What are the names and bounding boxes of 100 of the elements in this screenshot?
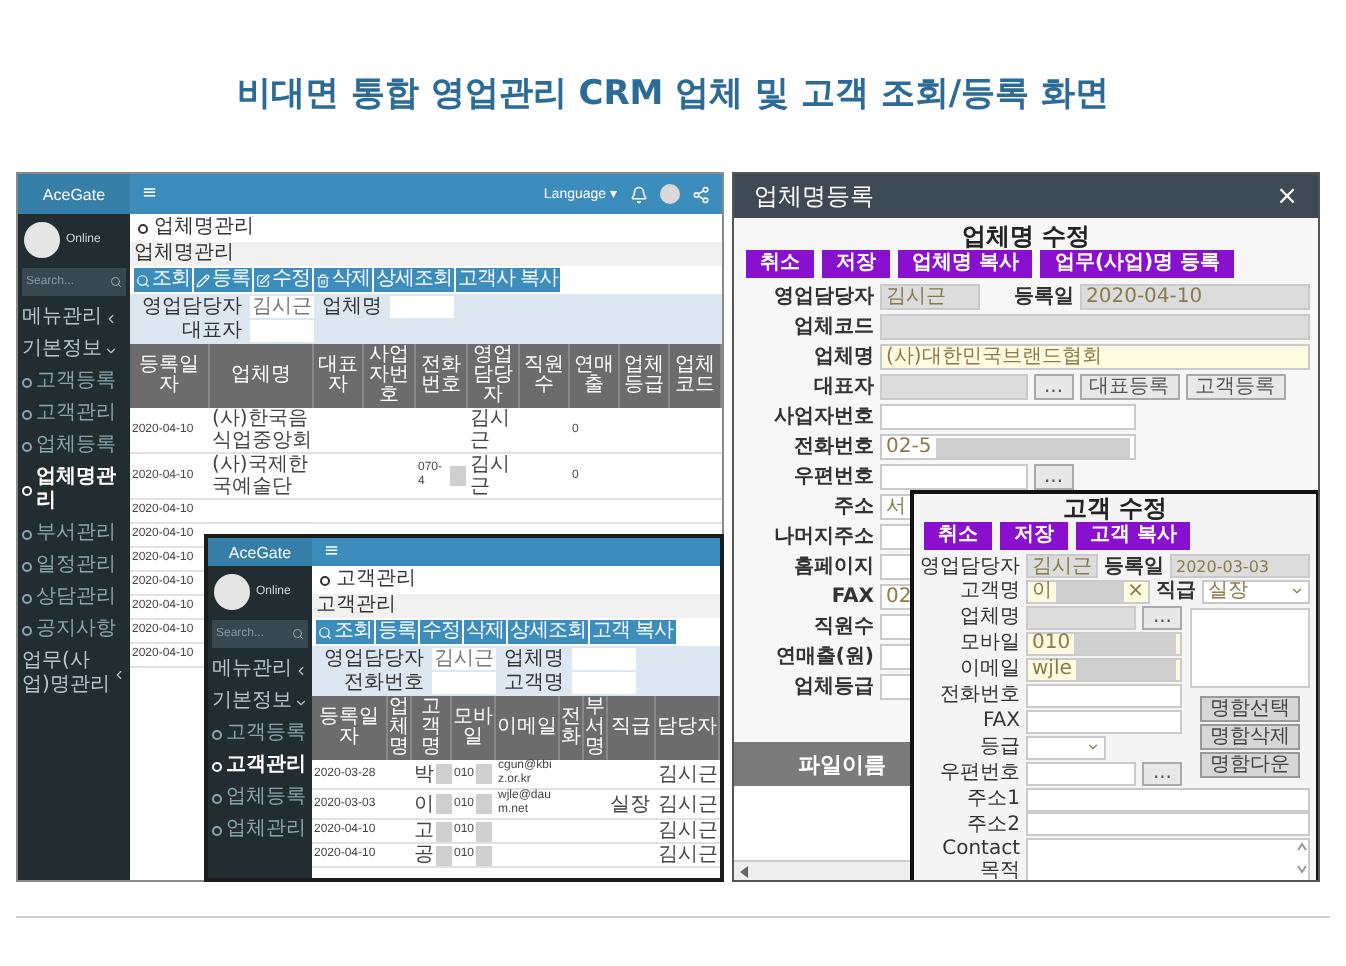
toolbar-button[interactable]: 삭제 (314, 268, 372, 292)
bell-icon[interactable] (630, 185, 648, 203)
input-field[interactable]: (사)대한민국브랜드협회 (880, 344, 1310, 370)
toolbar-button[interactable]: 등록 (376, 620, 418, 644)
menu-toggle[interactable]: ≡ (142, 184, 158, 204)
filter-field[interactable] (432, 672, 496, 694)
input-field[interactable] (1026, 683, 1182, 708)
input-field[interactable] (880, 374, 1028, 400)
input-field[interactable]: wjle (1026, 657, 1182, 682)
menu-item[interactable]: 업체명관리 (18, 462, 130, 518)
table-cell: 실장 (608, 790, 656, 820)
field-label: 업체명 (958, 606, 1020, 629)
menu-item[interactable]: 업체등록 (18, 430, 130, 462)
field-label: 등록일 (1104, 555, 1164, 578)
input-field[interactable] (1026, 812, 1310, 837)
action-button[interactable]: 저장 (1000, 522, 1068, 550)
input-field[interactable] (1026, 761, 1137, 786)
menu-toggle[interactable]: ≡ (324, 542, 340, 562)
filter-field[interactable] (390, 296, 454, 318)
dialog-title: 업체명등록 (754, 179, 874, 213)
menu-item[interactable]: 업체등록 (208, 782, 312, 814)
menu-item[interactable]: 고객등록 (18, 366, 130, 398)
lookup-button[interactable]: ... (1034, 374, 1074, 400)
action-button[interactable]: 업무(사업)명 등록 (1040, 250, 1235, 278)
input-field[interactable]: 김시근 (880, 284, 980, 310)
input-field[interactable] (1026, 605, 1137, 630)
menu-item[interactable]: 상담관리 (18, 582, 130, 614)
register-button[interactable]: 고객등록 (1185, 374, 1286, 400)
card-button[interactable]: 명함삭제 (1200, 724, 1300, 751)
action-button[interactable]: 업체명 복사 (898, 250, 1033, 278)
menu-item[interactable]: 부서관리 (18, 518, 130, 550)
toolbar-button[interactable]: 등록 (194, 268, 252, 292)
menu-group[interactable]: 기본정보 (18, 334, 130, 366)
card-button[interactable]: 명함다운 (1200, 752, 1300, 779)
menu-item[interactable]: 고객관리 (208, 750, 312, 782)
share-icon[interactable] (692, 185, 710, 203)
action-button[interactable]: 취소 (746, 250, 814, 278)
input-field[interactable]: 2020-04-10 (1080, 284, 1310, 310)
field-label: 전화번호 (792, 436, 874, 458)
input-field[interactable] (880, 314, 1310, 340)
close-button[interactable]: × (1276, 181, 1298, 211)
toolbar-button[interactable]: 상세조회 (374, 268, 454, 292)
toolbar-button[interactable]: 고객 복사 (590, 620, 676, 644)
action-button[interactable]: 취소 (924, 522, 992, 550)
menu-item[interactable]: 고객관리 (18, 398, 130, 430)
business-card-box (1190, 608, 1310, 689)
filter-field[interactable] (250, 320, 314, 342)
filter-field[interactable]: 김시근 (432, 648, 496, 670)
filter-field[interactable]: 김시근 (250, 296, 314, 318)
input-field[interactable] (880, 464, 1028, 490)
input-field[interactable]: 02-5 (880, 434, 1136, 460)
input-field[interactable]: 이 × (1026, 579, 1150, 604)
text-area[interactable] (1026, 838, 1310, 880)
field-label: 우편번호 (938, 762, 1020, 785)
menu-group[interactable]: 메뉴관리 (18, 302, 130, 334)
trash-icon (316, 273, 330, 287)
filter-label: 고객명 (504, 672, 564, 694)
toolbar-button[interactable]: 조회 (134, 268, 192, 292)
toolbar-button[interactable]: 수정 (420, 620, 462, 644)
column-header: 사업자번호 (364, 344, 416, 408)
filter-field[interactable] (572, 648, 636, 670)
menu-item[interactable]: 일정관리 (18, 550, 130, 582)
input-field[interactable] (880, 404, 1136, 430)
menu-group[interactable]: 기본정보 (208, 686, 312, 718)
filter-field[interactable] (572, 672, 636, 694)
toolbar-button[interactable]: 상세조회 (508, 620, 588, 644)
toolbar-button[interactable]: 수정 (254, 268, 312, 292)
select-field[interactable]: 실장 (1202, 579, 1310, 604)
field-label: 직원수 (812, 616, 874, 638)
input-field[interactable]: 김시근 (1026, 554, 1098, 579)
menu-item[interactable]: 고객등록 (208, 718, 312, 750)
toolbar-button[interactable]: 삭제 (464, 620, 506, 644)
table-cell: 박 (414, 763, 434, 785)
menu-item[interactable]: 업체관리 (208, 814, 312, 846)
input-field[interactable] (1026, 709, 1182, 734)
lookup-button[interactable]: ... (1142, 605, 1182, 630)
toolbar-button[interactable]: 조회 (316, 620, 374, 644)
field-label: 주소1 (965, 788, 1020, 811)
search-icon (110, 276, 122, 288)
menu-item[interactable]: 공지사항 (18, 614, 130, 646)
register-button[interactable]: 대표등록 (1079, 374, 1180, 400)
select-field[interactable] (1026, 735, 1106, 760)
action-button[interactable]: 저장 (822, 250, 890, 278)
app-logo: AceGate (18, 174, 130, 214)
menu-group[interactable]: 메뉴관리 (208, 654, 312, 686)
toolbar-button[interactable]: 고객사 복사 (456, 268, 561, 292)
field-label: 주소2 (965, 813, 1020, 836)
clear-button[interactable]: × (1127, 580, 1144, 603)
avatar[interactable] (660, 184, 680, 204)
lookup-button[interactable]: ... (1034, 464, 1074, 490)
input-field[interactable]: 2020-03-03 (1170, 554, 1310, 579)
menu-group[interactable]: 업무(사업)명관리 (18, 646, 130, 702)
input-field[interactable]: 010 (1026, 631, 1182, 656)
lookup-button[interactable]: ... (1142, 761, 1182, 786)
input-field[interactable] (1026, 787, 1310, 812)
card-button[interactable]: 명함선택 (1200, 696, 1300, 723)
search-icon (292, 628, 304, 640)
action-button[interactable]: 고객 복사 (1076, 522, 1191, 550)
field-label: 모바일 (958, 632, 1020, 655)
search-icon (318, 625, 332, 639)
